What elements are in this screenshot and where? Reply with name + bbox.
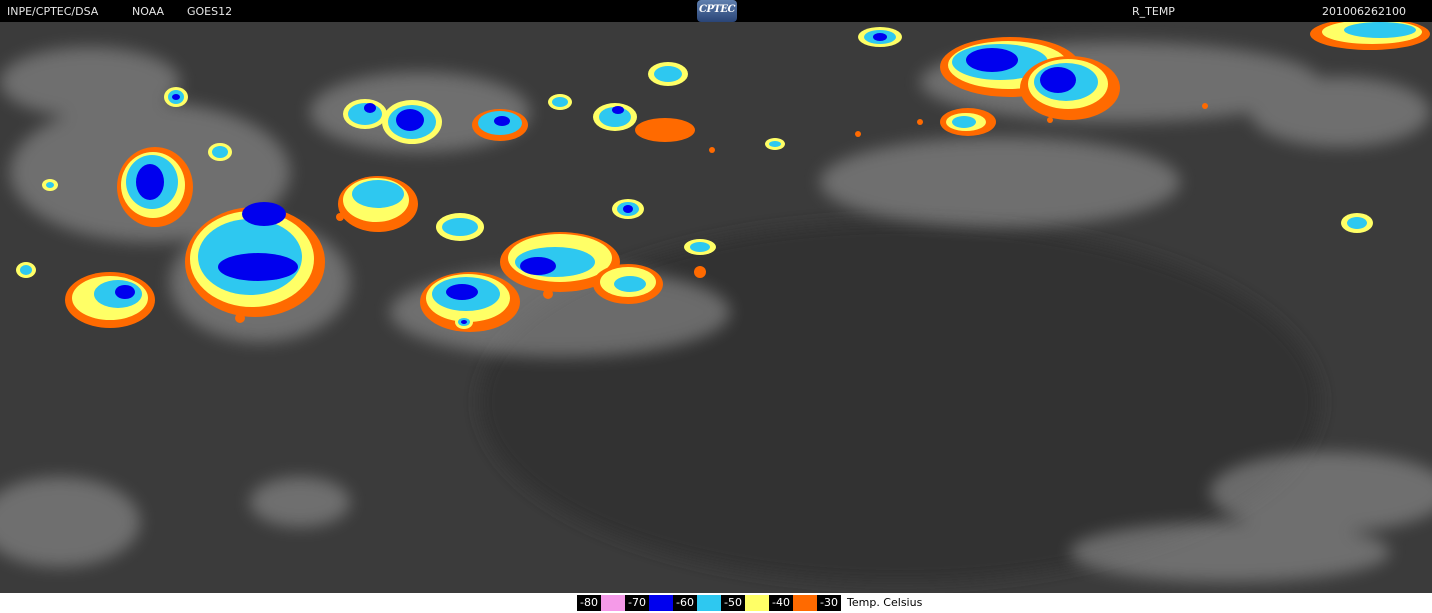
legend-label: -80 — [577, 595, 601, 611]
storm-cell — [16, 262, 36, 278]
legend-bar: -80 -70 -60 -50 -40 -30 Temp. Celsius — [0, 593, 1432, 613]
storm-cell — [612, 199, 644, 219]
legend-label: -60 — [673, 595, 697, 611]
legend-label: -40 — [769, 595, 793, 611]
storm-cell — [65, 272, 155, 328]
storm-cell — [548, 94, 572, 110]
storm-cell — [164, 87, 188, 107]
storm-cell — [117, 147, 193, 227]
legend-swatch — [793, 595, 817, 611]
storm-cell — [338, 176, 418, 232]
storm-cell — [382, 100, 442, 144]
storm-cell — [940, 108, 996, 136]
storm-cell — [472, 109, 528, 141]
storm-cell — [208, 143, 232, 161]
storm-cell — [1341, 213, 1373, 233]
temperature-legend: -80 -70 -60 -50 -40 -30 Temp. Celsius — [577, 595, 922, 611]
legend-label: -70 — [625, 595, 649, 611]
storm-cell — [593, 264, 663, 304]
storm-cell — [684, 239, 716, 255]
provider-label: NOAA — [132, 5, 165, 18]
legend-swatch — [649, 595, 673, 611]
legend-unit: Temp. Celsius — [847, 596, 923, 609]
datetime-label: 201006262100 — [1322, 5, 1406, 18]
header-bar: INPE/CPTEC/DSA NOAA GOES12 CPTEC R_TEMP … — [0, 0, 1432, 22]
cptec-logo: CPTEC — [697, 0, 737, 22]
legend-label: -50 — [721, 595, 745, 611]
satellite-label: GOES12 — [187, 5, 233, 18]
storm-cell — [648, 62, 688, 86]
agency-label: INPE/CPTEC/DSA — [7, 5, 99, 18]
storm-cell — [593, 103, 637, 131]
product-label: R_TEMP — [1132, 5, 1175, 18]
legend-swatch — [697, 595, 721, 611]
storm-cell — [858, 27, 902, 47]
storm-cell — [635, 118, 695, 142]
legend-swatch — [745, 595, 769, 611]
satellite-image — [0, 22, 1432, 593]
storm-cell — [1020, 56, 1120, 120]
storm-cell — [42, 179, 58, 191]
legend-label: -30 — [817, 595, 841, 611]
storm-cell — [343, 99, 387, 129]
legend-swatch — [601, 595, 625, 611]
storm-cell — [455, 315, 473, 329]
storm-cell — [436, 213, 484, 241]
storm-cell — [765, 138, 785, 150]
